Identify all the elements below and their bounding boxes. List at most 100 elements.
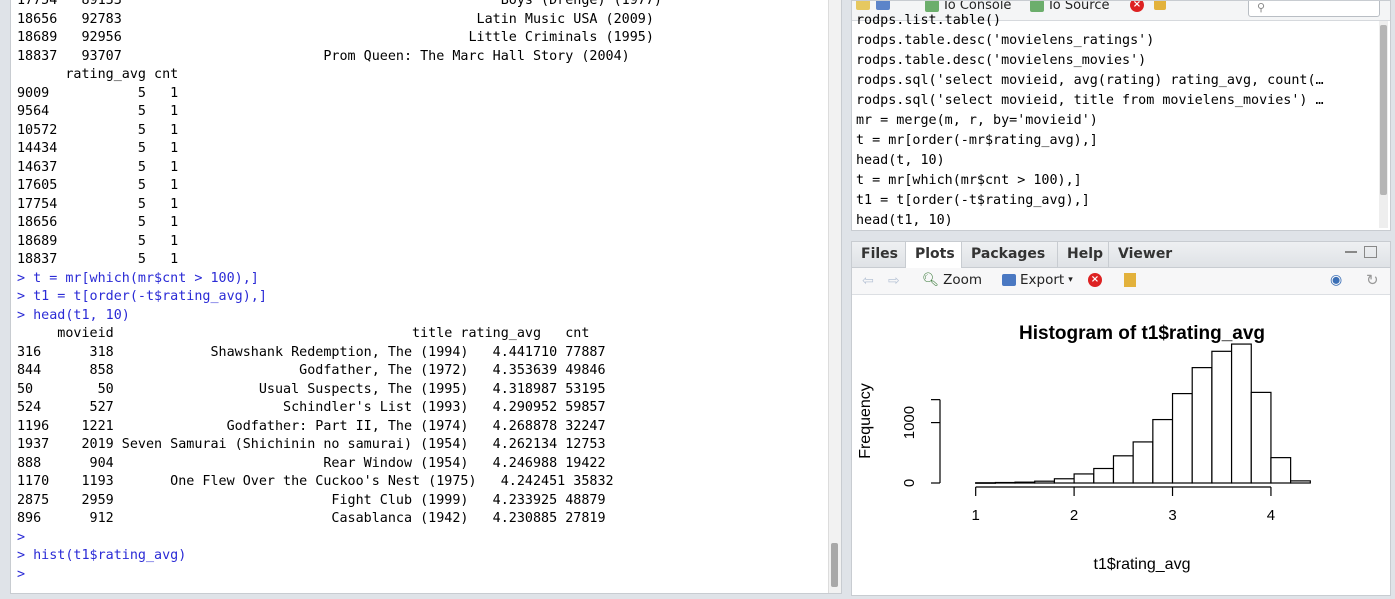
console-scrollbar[interactable] [828,0,841,593]
minimize-pane-icon[interactable] [1345,251,1357,253]
history-entry[interactable]: t = mr[which(mr$cnt > 100),] [856,171,1374,191]
next-plot-icon[interactable]: ⇨ [888,273,900,289]
y-tick-label: 0 [901,479,918,487]
export-label: Export [1020,272,1065,288]
history-scrollbar[interactable] [1379,21,1388,228]
console-output-line: 2875 2959 Fight Club (1999) 4.233925 488… [17,492,606,508]
tab-plots[interactable]: Plots [906,242,962,268]
history-entry[interactable]: rodps.table.desc('movielens_movies') [856,51,1374,71]
console-output-line: 316 318 Shawshank Redemption, The (1994)… [17,344,606,360]
history-entry[interactable]: rodps.sql('select movieid, avg(rating) r… [856,71,1374,91]
history-entry[interactable]: rodps.sql('select movieid, title from mo… [856,91,1374,111]
load-history-button[interactable] [856,1,870,10]
tab-files[interactable]: Files [852,242,906,267]
tab-help[interactable]: Help [1058,242,1109,267]
console-output-line: 17754 5 1 [17,196,179,212]
console-output-line: 17605 5 1 [17,178,179,193]
console-output-line: 524 527 Schindler's List (1993) 4.290952… [17,400,606,415]
console-output-line: 18837 93707 Prom Queen: The Marc Hall St… [17,48,630,64]
publish-icon[interactable]: ◉ [1330,272,1342,288]
histogram-bar [1250,391,1272,484]
histogram-bar [1211,350,1233,484]
zoom-icon: 🔍︎ [922,272,940,288]
histogram-bar [1270,457,1292,484]
dropdown-arrow-icon: ▾ [1068,275,1073,285]
histogram-bar [1171,392,1193,484]
export-icon [1002,274,1016,286]
x-tick-label: 2 [1070,507,1078,524]
history-entry[interactable]: t = mr[order(-mr$rating_avg),] [856,131,1374,151]
console-output-line: 1937 2019 Seven Samurai (Shichinin no sa… [17,437,606,452]
history-entry[interactable]: head(t, 10) [856,151,1374,171]
save-icon [876,1,890,10]
console-output-line: rating_avg cnt [17,67,179,82]
x-tick-label: 3 [1168,507,1176,524]
history-pane: To Console To Source × ⚲ rodps.list.tabl… [851,0,1391,231]
console-output-line: 1196 1221 Godfather: Part II, The (1974)… [17,418,606,434]
console-output-line: 14434 5 1 [17,141,179,156]
histogram-chart: Histogram of t1$rating_avg 1 2 3 4 t1$rating_… [857,323,1311,573]
console-output-line: 18656 92783 Latin Music USA (2009) [17,11,654,27]
history-entry[interactable]: rodps.list.table() [856,11,1374,31]
console-command-line: > t = mr[which(mr$cnt > 100),] [17,270,259,286]
console-output[interactable]: 17754 89133 Boys (Drenge) (1977) 18656 92… [17,0,832,584]
to-console-icon [925,1,939,12]
histogram-bar [1191,367,1213,484]
history-entry[interactable]: head(t1, 10) [856,211,1374,230]
console-output-line: 18837 5 1 [17,252,179,267]
histogram-bar [1152,418,1174,484]
console-command-line: > hist(t1$rating_avg) [17,548,187,563]
export-button[interactable]: Export ▾ [1002,272,1073,288]
console-command-line: > head(t1, 10) [17,307,130,323]
zoom-button[interactable]: 🔍︎ Zoom [922,272,982,288]
console-output-line: 896 912 Casablanca (1942) 4.230885 27819 [17,511,606,526]
zoom-label: Zoom [943,272,983,288]
chart-title: Histogram of t1$rating_avg [1019,323,1265,344]
console-output-line: 844 858 Godfather, The (1972) 4.353639 4… [17,363,606,378]
console-output-line: 10572 5 1 [17,122,179,138]
histogram-bar [1112,455,1134,484]
tab-packages[interactable]: Packages [962,242,1058,267]
x-axis-label: t1$rating_avg [1094,556,1191,573]
console-output-line: 17754 89133 Boys (Drenge) (1977) [17,0,662,8]
clear-plots-icon[interactable] [1124,273,1136,287]
plots-pane: Files Plots Packages Help Viewer ⇦ ⇨ 🔍︎ … [851,241,1391,596]
y-tick-label: 1000 [901,406,918,439]
console-output-line: movieid title rating_avg cnt [17,326,590,341]
console-output-line: 888 904 Rear Window (1954) 4.246988 1942… [17,455,606,471]
console-scroll-thumb[interactable] [831,543,838,587]
console-output-line: 18689 92956 Little Criminals (1995) [17,30,654,45]
refresh-icon[interactable]: ↻ [1366,271,1379,289]
console-output-line: 9009 5 1 [17,85,179,101]
histogram-bar [1230,343,1252,484]
history-scroll-thumb[interactable] [1380,25,1387,195]
save-history-button[interactable] [876,1,890,10]
y-axis-label: Frequency [857,383,874,459]
histogram-bar [1073,473,1095,484]
console-output-line: 9564 5 1 [17,104,179,119]
plot-area: Histogram of t1$rating_avg 1 2 3 4 t1$rating_… [852,295,1390,595]
history-entry[interactable]: t1 = t[order(-t$rating_avg),] [856,191,1374,211]
folder-open-icon [856,1,870,10]
clear-history-button[interactable] [1154,1,1166,10]
tab-viewer[interactable]: Viewer [1109,242,1179,267]
histogram-bar [1132,441,1154,484]
to-source-icon [1030,1,1044,12]
histogram-bar [1053,478,1075,484]
histogram-bar [1093,467,1115,484]
console-command-line: > t1 = t[order(-t$rating_avg),] [17,289,267,304]
x-tick-label: 4 [1267,507,1275,524]
console-output-line: 14637 5 1 [17,159,179,175]
history-entry[interactable]: mr = merge(m, r, by='movieid') [856,111,1374,131]
history-list[interactable]: rodps.list.table() rodps.table.desc('movi… [856,11,1374,230]
console-command-line: > [17,529,26,545]
console-pane[interactable]: 17754 89133 Boys (Drenge) (1977) 18656 92… [10,0,842,594]
maximize-pane-icon[interactable] [1364,246,1377,258]
history-entry[interactable]: rodps.table.desc('movielens_ratings') [856,31,1374,51]
plots-toolbar: ⇦ ⇨ 🔍︎ Zoom Export ▾ × ◉ ↻ [852,268,1390,295]
previous-plot-icon[interactable]: ⇦ [862,273,874,289]
console-command-line: > [17,566,26,582]
remove-plot-icon[interactable]: × [1088,273,1102,287]
console-output-line: 50 50 Usual Suspects, The (1995) 4.31898… [17,381,606,397]
plots-tab-bar: Files Plots Packages Help Viewer [852,242,1390,268]
